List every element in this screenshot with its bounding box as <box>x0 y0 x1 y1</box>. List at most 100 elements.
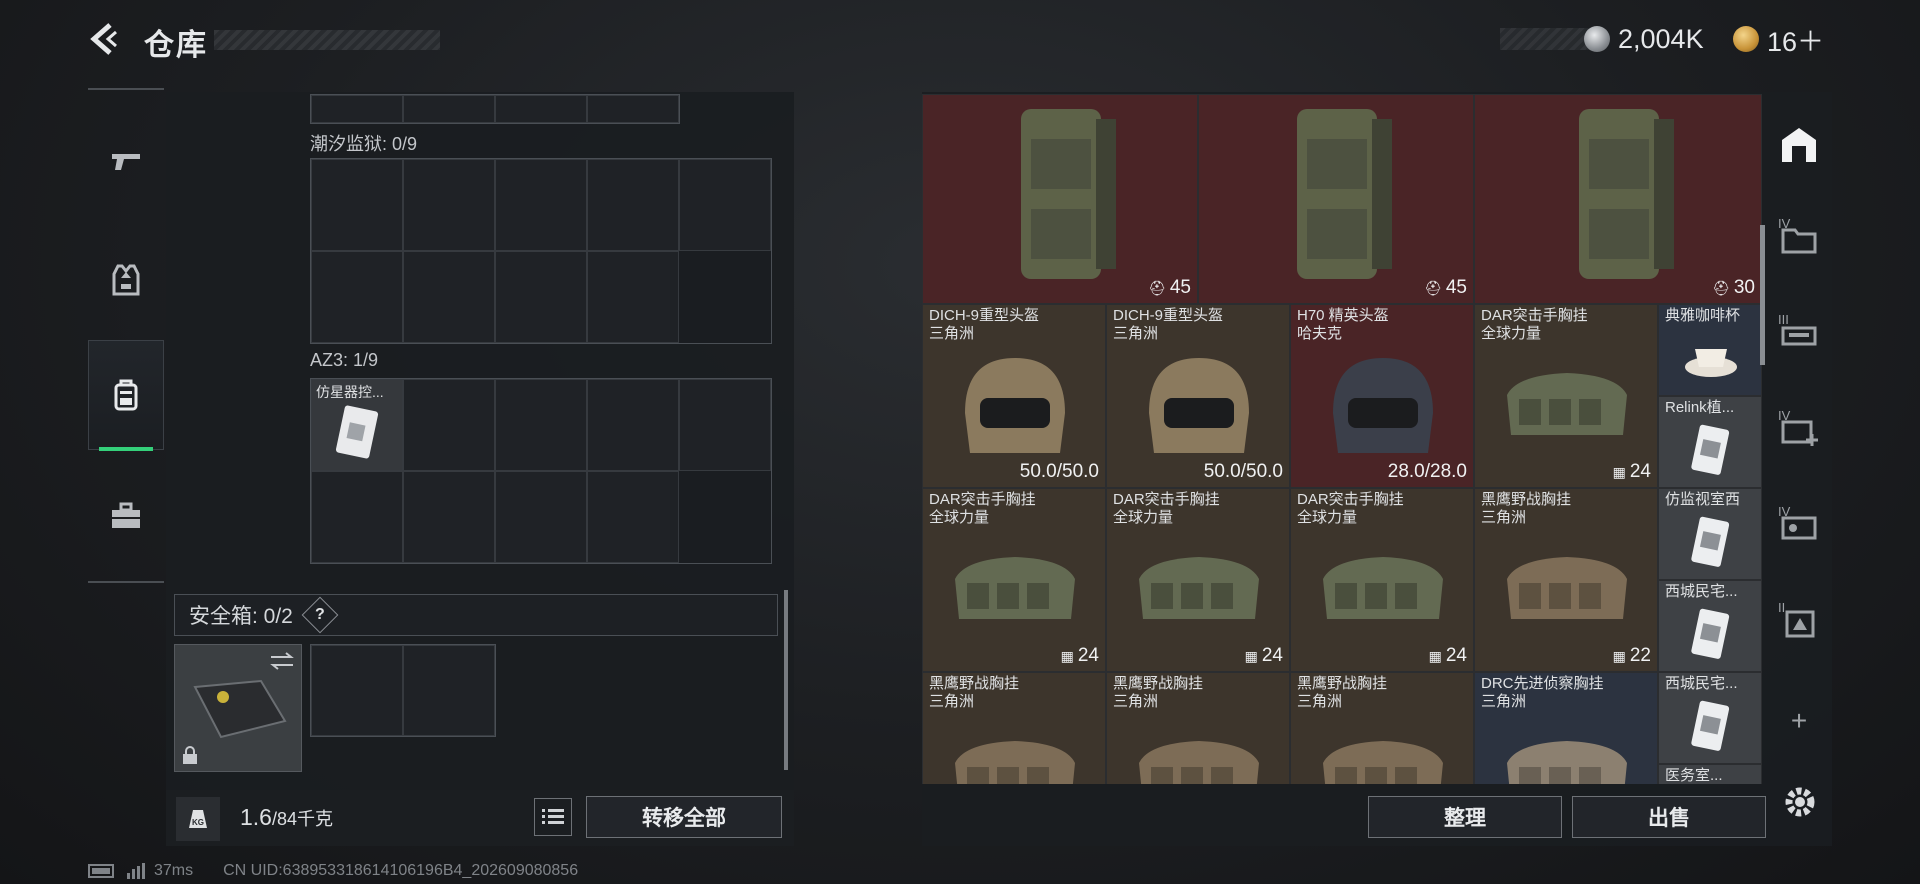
warehouse-scrollbar[interactable] <box>1760 225 1765 365</box>
capacity-icon: ⛑ <box>1712 279 1730 296</box>
backpack-item-icon <box>1297 109 1392 279</box>
tab-level-label: IV <box>1778 216 1791 231</box>
grid-cell[interactable] <box>679 379 771 471</box>
slots-icon: ▦ <box>1612 463 1626 480</box>
warehouse-item[interactable]: DRC先进侦察胸挂 三角洲 <box>1474 672 1658 784</box>
grid-cell[interactable] <box>679 159 771 251</box>
warehouse-item[interactable]: 典雅咖啡杯 <box>1658 304 1762 396</box>
grid-cell[interactable] <box>403 159 495 251</box>
warehouse-item[interactable]: 仿监视室西 <box>1658 488 1762 580</box>
tab-storage-medical[interactable]: IV <box>1774 406 1824 456</box>
tab-storage-4[interactable]: IV <box>1774 214 1824 264</box>
warehouse-item[interactable]: H70 精英头盔 哈夫克 28.0/28.0 <box>1290 304 1474 488</box>
grid-cell[interactable] <box>403 645 495 736</box>
small-item-icon <box>1691 516 1730 567</box>
warehouse-item[interactable]: DICH-9重型头盔 三角洲 50.0/50.0 <box>922 304 1106 488</box>
tab-weapons[interactable] <box>88 120 164 200</box>
sort-button[interactable]: 整理 <box>1368 796 1562 838</box>
tab-armor[interactable] <box>88 240 164 320</box>
sell-button[interactable]: 出售 <box>1572 796 1766 838</box>
warehouse-item[interactable]: DICH-9重型头盔 三角洲 50.0/50.0 <box>1106 304 1290 488</box>
grid-cell[interactable] <box>587 471 679 563</box>
tab-level-label: IV <box>1778 504 1791 519</box>
warehouse-item[interactable]: 黑鹰野战胸挂 三角洲 ▦ 22 <box>1474 488 1658 672</box>
warehouse-item[interactable]: DAR突击手胸挂 全球力量 ▦ 24 <box>1106 488 1290 672</box>
list-view-button[interactable] <box>534 798 572 836</box>
safe-box-item[interactable] <box>174 644 302 772</box>
grid-cell[interactable] <box>587 159 679 251</box>
warehouse-item[interactable]: Relink植... <box>1658 396 1762 488</box>
az3-grid: 仿星器控... <box>310 378 772 564</box>
battery-icon <box>88 864 114 878</box>
back-button[interactable] <box>86 22 120 56</box>
warehouse-item[interactable]: 黑鹰野战胸挂 三角洲 <box>1106 672 1290 784</box>
grid-cell[interactable] <box>403 379 495 471</box>
grid-cell[interactable] <box>311 471 403 563</box>
grid-cell[interactable] <box>495 379 587 471</box>
grid-cell[interactable] <box>311 159 403 251</box>
capacity-value: 45 <box>1169 277 1191 298</box>
settings-button[interactable] <box>1778 780 1822 824</box>
warehouse-item[interactable]: ⛑ 30 <box>1474 94 1762 304</box>
silver-currency[interactable]: 2,004K <box>1584 22 1704 56</box>
grid-cell[interactable] <box>403 471 495 563</box>
capacity-value: 24 <box>1261 645 1283 666</box>
warehouse-item[interactable]: 西城民宅... <box>1658 580 1762 672</box>
tab-toolbox[interactable] <box>88 476 164 556</box>
grid-cell[interactable] <box>495 251 587 343</box>
item-name: 西城民宅... <box>1665 583 1738 600</box>
warehouse-item[interactable]: DAR突击手胸挂 全球力量 ▦ 24 <box>1290 488 1474 672</box>
durability-value: 50.0/50.0 <box>1203 461 1283 482</box>
transfer-all-button[interactable]: 转移全部 <box>586 796 782 838</box>
keycard-icon <box>335 405 379 459</box>
grid-cell[interactable] <box>495 159 587 251</box>
top-container-grid <box>310 94 680 124</box>
warehouse-item[interactable]: DAR突击手胸挂 全球力量 ▦ 24 <box>922 488 1106 672</box>
tab-storage-gear[interactable]: IV <box>1774 502 1824 552</box>
capacity-badge: ⛑ 30 <box>1712 277 1755 299</box>
item-name: Relink植... <box>1665 399 1735 416</box>
tab-storage-3[interactable]: III <box>1774 310 1824 360</box>
grid-cell[interactable] <box>587 379 679 471</box>
ping-value: 37ms <box>154 862 194 879</box>
help-button[interactable]: ? <box>301 596 339 634</box>
gold-currency[interactable]: 16＋ <box>1733 22 1824 57</box>
grid-cell[interactable] <box>495 95 587 123</box>
item-faction: 三角洲 <box>1113 325 1159 342</box>
az3-item[interactable]: 仿星器控... <box>311 379 403 471</box>
grid-cell[interactable] <box>403 251 495 343</box>
warehouse-item[interactable]: DAR突击手胸挂 全球力量 ▦ 24 <box>1474 304 1658 488</box>
item-name: DAR突击手胸挂 <box>929 491 1036 508</box>
grid-cell[interactable] <box>495 471 587 563</box>
chest-rig-item-icon <box>1323 741 1443 784</box>
grid-cell[interactable] <box>587 251 679 343</box>
toolbox-icon <box>112 502 140 528</box>
warehouse-item[interactable]: ⛑ 45 <box>1198 94 1474 304</box>
tab-warehouse-main[interactable] <box>1774 120 1824 170</box>
tab-storage-special[interactable]: II <box>1774 598 1824 648</box>
grid-cell[interactable] <box>403 95 495 123</box>
capacity-icon: ⛑ <box>1148 279 1166 296</box>
left-scrollbar[interactable] <box>784 590 788 770</box>
warehouse-item[interactable]: ⛑ 45 <box>922 94 1198 304</box>
durability-value: 50.0/50.0 <box>1019 461 1099 482</box>
item-faction: 全球力量 <box>1113 509 1174 526</box>
tab-backpack[interactable] <box>88 340 164 451</box>
warehouse-item[interactable]: 西城民宅... <box>1658 672 1762 764</box>
item-name: 黑鹰野战胸挂 <box>1113 675 1204 692</box>
add-tab-button[interactable]: + <box>1774 696 1824 746</box>
warehouse-item[interactable]: 黑鹰野战胸挂 三角洲 <box>1290 672 1474 784</box>
grid-cell[interactable] <box>311 251 403 343</box>
safe-box-header: 安全箱: 0/2 ? <box>174 594 778 636</box>
warehouse-item[interactable]: 医务室... <box>1658 764 1762 784</box>
item-faction: 三角洲 <box>1297 693 1343 710</box>
section-label-tide-prison: 潮汐监狱: 0/9 <box>310 134 418 154</box>
chest-rig-item-icon <box>1139 557 1259 619</box>
chest-rig-item-icon <box>1139 741 1259 784</box>
grid-cell[interactable] <box>311 95 403 123</box>
grid-cell[interactable] <box>587 95 679 123</box>
item-name: H70 精英头盔 <box>1297 307 1389 324</box>
grid-cell[interactable] <box>311 645 403 736</box>
warehouse-item[interactable]: 黑鹰野战胸挂 三角洲 <box>922 672 1106 784</box>
section-label-az3: AZ3: 1/9 <box>310 350 379 370</box>
